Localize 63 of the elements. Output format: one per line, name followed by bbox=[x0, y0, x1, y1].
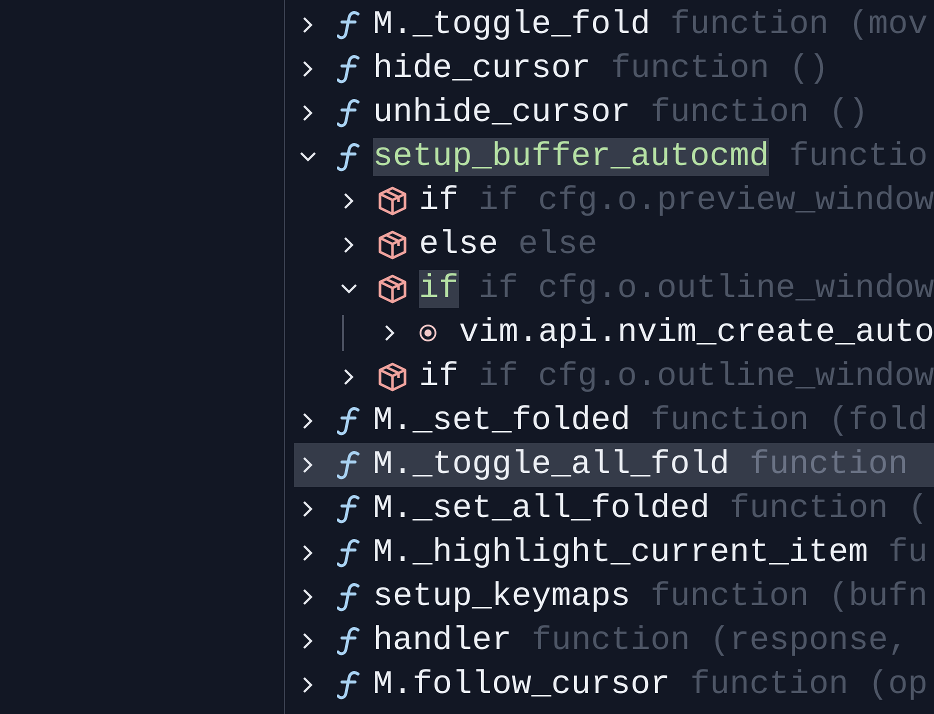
symbol-name: M.follow_cursor bbox=[373, 666, 670, 704]
tree-row[interactable]: unhide_cursor function () bbox=[294, 91, 934, 135]
function-icon bbox=[337, 494, 361, 524]
function-icon bbox=[337, 450, 361, 480]
tree-row[interactable]: handler function (response, bbox=[294, 619, 934, 663]
symbol-detail: function (response, bbox=[532, 622, 908, 660]
tree-row[interactable]: M._highlight_current_item fu bbox=[294, 531, 934, 575]
symbol-detail: if cfg.o.outline_window bbox=[478, 358, 934, 396]
symbol-detail: if cfg.o.preview_window bbox=[478, 182, 934, 220]
symbol-name: if bbox=[419, 270, 459, 308]
tree-row[interactable]: else else bbox=[294, 223, 934, 267]
symbol-name: M._toggle_fold bbox=[373, 6, 650, 44]
function-icon bbox=[337, 54, 361, 84]
symbol-name: hide_cursor bbox=[373, 50, 591, 88]
function-icon bbox=[337, 98, 361, 128]
symbol-name: if bbox=[419, 358, 459, 396]
function-icon bbox=[337, 10, 361, 40]
symbol-detail: function bbox=[749, 446, 908, 484]
tree-row[interactable]: M._toggle_fold function (mov bbox=[294, 3, 934, 47]
symbol-name: M._set_all_folded bbox=[373, 490, 710, 528]
package-icon bbox=[378, 186, 407, 216]
symbol-name: else bbox=[419, 226, 498, 264]
symbol-detail: function (fold bbox=[650, 402, 928, 440]
symbol-name: M._highlight_current_item bbox=[373, 534, 868, 572]
function-icon bbox=[337, 406, 361, 436]
symbol-name: unhide_cursor bbox=[373, 94, 630, 132]
symbol-detail: function (mov bbox=[670, 6, 928, 44]
function-icon bbox=[337, 582, 361, 612]
symbol-detail: function (bufn bbox=[650, 578, 928, 616]
tree-row[interactable]: M._set_folded function (fold bbox=[294, 399, 934, 443]
symbol-detail: else bbox=[518, 226, 598, 264]
selected-tree-row[interactable]: M._toggle_all_fold function bbox=[294, 443, 934, 487]
symbol-detail: functio bbox=[789, 138, 928, 176]
target-icon bbox=[419, 324, 437, 342]
function-icon bbox=[337, 670, 361, 700]
package-icon bbox=[378, 362, 407, 392]
symbol-name: if bbox=[419, 182, 459, 220]
function-icon bbox=[337, 538, 361, 568]
symbol-detail: function ( bbox=[730, 490, 928, 528]
symbol-detail: function () bbox=[650, 94, 868, 132]
tree-row[interactable]: M._set_all_folded function ( bbox=[294, 487, 934, 531]
tree-row[interactable]: if if cfg.o.outline_window bbox=[294, 267, 934, 311]
symbol-detail: if cfg.o.outline_window bbox=[478, 270, 934, 308]
symbol-name: setup_buffer_autocmd bbox=[373, 138, 770, 176]
symbol-name: handler bbox=[373, 622, 512, 660]
symbol-name: vim.api.nvim_create_auto bbox=[459, 314, 934, 352]
tree-row[interactable]: if if cfg.o.preview_window bbox=[294, 179, 934, 223]
tree-row[interactable]: if if cfg.o.outline_window bbox=[294, 355, 934, 399]
function-icon bbox=[337, 142, 361, 172]
tree-row[interactable]: vim.api.nvim_create_auto bbox=[294, 311, 934, 355]
symbol-name: setup_keymaps bbox=[373, 578, 630, 616]
symbol-detail: function () bbox=[610, 50, 829, 88]
package-icon bbox=[378, 274, 407, 304]
tree-row[interactable]: setup_keymaps function (bufn bbox=[294, 575, 934, 619]
function-icon bbox=[337, 626, 361, 656]
package-icon bbox=[378, 230, 407, 260]
symbol-name: M._set_folded bbox=[373, 402, 630, 440]
symbol-detail: function (op bbox=[690, 666, 928, 704]
symbol-name: M._toggle_all_fold bbox=[373, 446, 730, 484]
tree-row[interactable]: M.follow_cursor function (op bbox=[294, 663, 934, 707]
tree-row[interactable]: hide_cursor function () bbox=[294, 47, 934, 91]
tree-row[interactable]: setup_buffer_autocmd functio bbox=[294, 135, 934, 179]
symbol-detail: fu bbox=[888, 534, 928, 572]
